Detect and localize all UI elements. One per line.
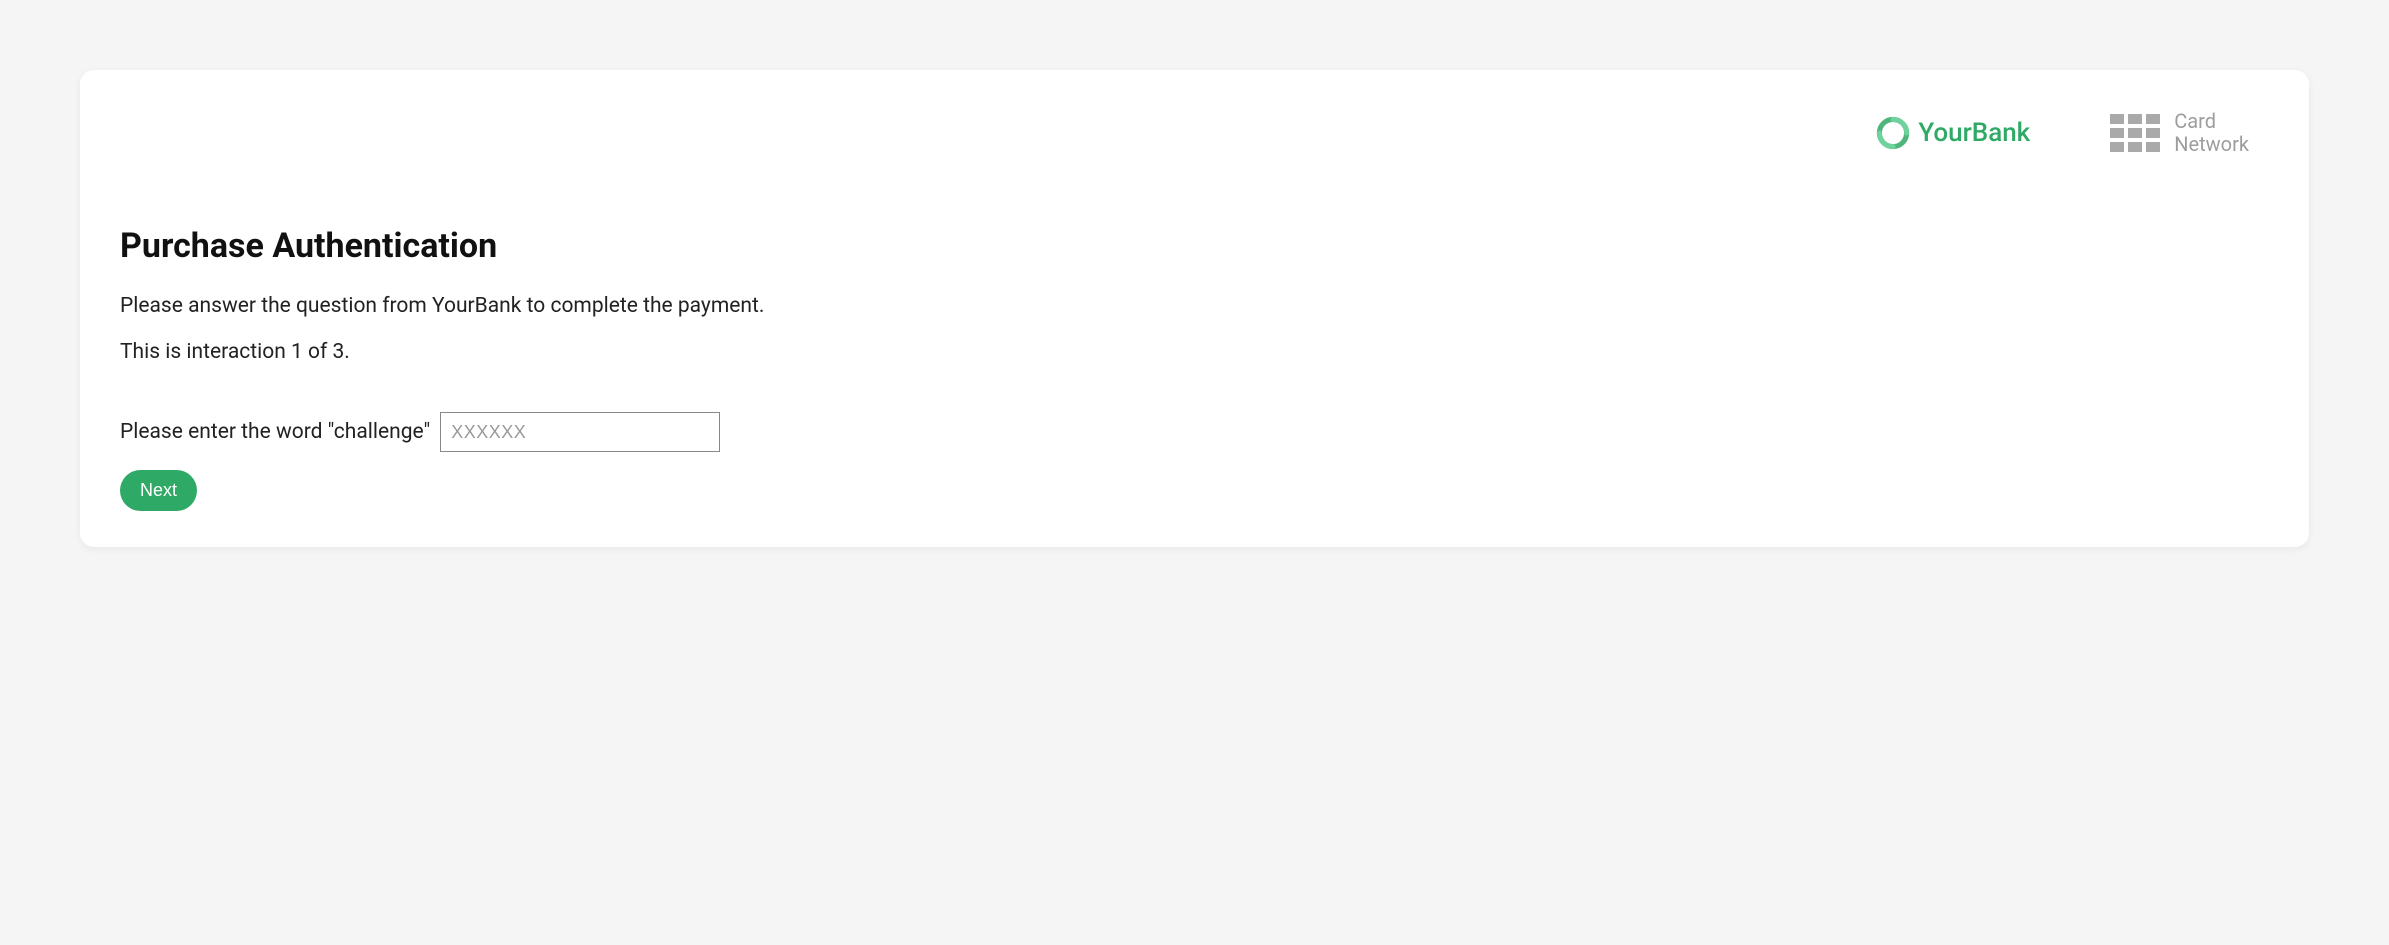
auth-card: YourBank Card Network Purchase Authentic… (80, 70, 2309, 547)
page-title: Purchase Authentication (120, 226, 2269, 266)
logo-row: YourBank Card Network (120, 110, 2269, 156)
bank-logo-text: YourBank (1918, 118, 2030, 148)
card-network-text: Card Network (2174, 110, 2249, 156)
step-indicator: This is interaction 1 of 3. (120, 340, 2269, 364)
challenge-input[interactable] (440, 412, 720, 452)
bank-logo: YourBank (1876, 116, 2030, 150)
card-network-logo: Card Network (2110, 110, 2249, 156)
card-network-line1: Card (2174, 110, 2249, 133)
bank-logo-icon (1876, 116, 1910, 150)
card-network-line2: Network (2174, 133, 2249, 156)
next-button[interactable]: Next (120, 470, 197, 511)
challenge-label: Please enter the word "challenge" (120, 420, 430, 444)
challenge-row: Please enter the word "challenge" (120, 412, 2269, 452)
instruction-text: Please answer the question from YourBank… (120, 294, 2269, 318)
grid-icon (2110, 114, 2160, 152)
